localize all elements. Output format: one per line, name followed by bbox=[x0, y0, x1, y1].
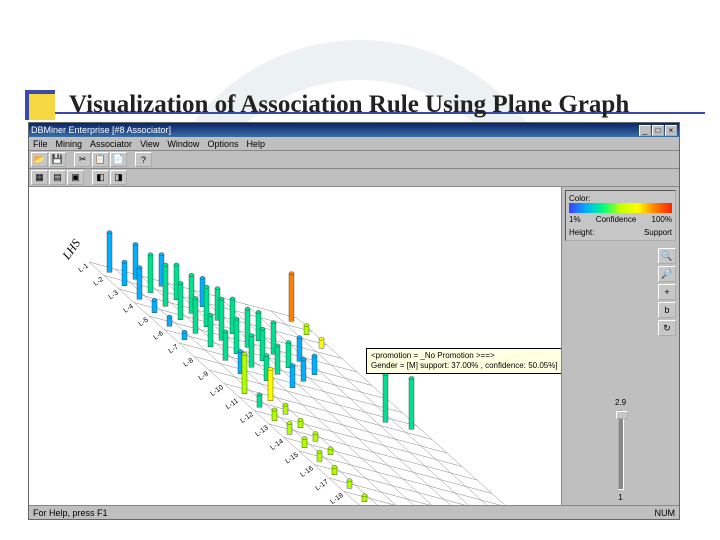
height-label: Height: bbox=[569, 228, 594, 237]
chart-zone[interactable]: L-1L-2L-3L-4L-5L-6L-7L-8L-9L-10L-11L-12L… bbox=[29, 187, 561, 505]
legend-heading: Color: bbox=[569, 194, 672, 203]
menu-view[interactable]: View bbox=[140, 139, 159, 149]
menu-window[interactable]: Window bbox=[167, 139, 199, 149]
plus-icon[interactable]: + bbox=[658, 284, 676, 300]
menu-file[interactable]: File bbox=[33, 139, 48, 149]
minimize-button[interactable]: _ bbox=[639, 125, 651, 136]
grid-icon[interactable]: ▣ bbox=[67, 170, 84, 185]
svg-text:L-12: L-12 bbox=[239, 411, 255, 425]
menu-associator[interactable]: Associator bbox=[90, 139, 132, 149]
rotate-icon[interactable]: ↻ bbox=[658, 320, 676, 336]
save-icon[interactable]: 💾 bbox=[49, 152, 66, 167]
height-metric: Support bbox=[644, 228, 672, 237]
tooltip-line2: Gender = [M] support: 37.00% , confidenc… bbox=[371, 361, 558, 371]
side-panel: Color: 1% Confidence 100% Height: Suppor… bbox=[561, 187, 679, 505]
help-icon[interactable]: ? bbox=[135, 152, 152, 167]
titlebar[interactable]: DBMiner Enterprise [#8 Associator] _ □ × bbox=[29, 123, 679, 137]
rule-tooltip: <promotion = _No Promotion >==> Gender =… bbox=[366, 348, 561, 374]
separator bbox=[85, 170, 91, 185]
viewmode-b-icon[interactable]: ▤ bbox=[49, 170, 66, 185]
window-title: DBMiner Enterprise [#8 Associator] bbox=[31, 125, 638, 135]
status-right: NUM bbox=[655, 508, 676, 518]
menu-help[interactable]: Help bbox=[246, 139, 265, 149]
tooltip-line1: <promotion = _No Promotion >==> bbox=[371, 351, 558, 361]
status-help: For Help, press F1 bbox=[33, 508, 108, 518]
slider-top-value: 2.9 bbox=[565, 398, 676, 407]
menu-options[interactable]: Options bbox=[207, 139, 238, 149]
close-button[interactable]: × bbox=[665, 125, 677, 136]
svg-text:L-17: L-17 bbox=[314, 478, 330, 492]
toolbar-view: ▦ ▤ ▣ ◧ ◨ bbox=[29, 169, 679, 187]
svg-text:L-8: L-8 bbox=[183, 357, 195, 369]
svg-text:L-16: L-16 bbox=[299, 465, 315, 479]
slider-thumb[interactable] bbox=[616, 411, 628, 419]
slide-title: Visualization of Association Rule Using … bbox=[69, 91, 629, 119]
svg-text:L-9: L-9 bbox=[198, 370, 210, 382]
svg-text:L-1: L-1 bbox=[78, 262, 90, 274]
view-tools: 🔍 🔎 + b ↻ bbox=[565, 248, 676, 336]
copy-icon[interactable]: 📋 bbox=[92, 152, 109, 167]
svg-text:L-10: L-10 bbox=[209, 384, 225, 398]
zoom-out-icon[interactable]: 🔎 bbox=[658, 266, 676, 282]
b-icon[interactable]: b bbox=[658, 302, 676, 318]
statusbar: For Help, press F1 NUM bbox=[29, 505, 679, 519]
menu-mining[interactable]: Mining bbox=[56, 139, 83, 149]
menubar: File Mining Associator View Window Optio… bbox=[29, 137, 679, 151]
title-square-icon bbox=[25, 90, 55, 120]
paste-icon[interactable]: 📄 bbox=[110, 152, 127, 167]
svg-text:L-15: L-15 bbox=[284, 451, 300, 465]
plane-graph[interactable]: L-1L-2L-3L-4L-5L-6L-7L-8L-9L-10L-11L-12L… bbox=[29, 187, 561, 505]
color-legend: Color: 1% Confidence 100% Height: Suppor… bbox=[565, 190, 676, 241]
slider-track[interactable] bbox=[618, 410, 624, 490]
viewmode-a-icon[interactable]: ▦ bbox=[31, 170, 48, 185]
svg-text:L-18: L-18 bbox=[329, 492, 345, 505]
slider-bottom-value: 1 bbox=[565, 493, 676, 502]
legend-label: Confidence bbox=[596, 215, 636, 224]
select2-icon[interactable]: ◨ bbox=[110, 170, 127, 185]
svg-text:L-14: L-14 bbox=[269, 438, 285, 452]
svg-text:L-11: L-11 bbox=[225, 397, 240, 411]
open-icon[interactable]: 📂 bbox=[31, 152, 48, 167]
threshold-slider[interactable]: 2.9 1 bbox=[565, 398, 676, 502]
legend-high: 100% bbox=[652, 215, 672, 224]
svg-text:L-13: L-13 bbox=[254, 424, 270, 438]
main-area: L-1L-2L-3L-4L-5L-6L-7L-8L-9L-10L-11L-12L… bbox=[29, 187, 679, 505]
select1-icon[interactable]: ◧ bbox=[92, 170, 109, 185]
cut-icon[interactable]: ✂ bbox=[74, 152, 91, 167]
legend-low: 1% bbox=[569, 215, 581, 224]
svg-text:L-2: L-2 bbox=[93, 276, 105, 288]
app-window: DBMiner Enterprise [#8 Associator] _ □ ×… bbox=[28, 122, 680, 520]
confidence-gradient bbox=[569, 203, 672, 213]
svg-text:L-6: L-6 bbox=[153, 330, 165, 342]
separator bbox=[128, 152, 134, 167]
zoom-in-icon[interactable]: 🔍 bbox=[658, 248, 676, 264]
separator bbox=[67, 152, 73, 167]
svg-text:L-4: L-4 bbox=[123, 303, 135, 315]
svg-text:L-5: L-5 bbox=[138, 316, 150, 328]
slide-header: Visualization of Association Rule Using … bbox=[25, 90, 629, 120]
svg-text:L-3: L-3 bbox=[108, 289, 120, 301]
toolbar-main: 📂 💾 ✂ 📋 📄 ? bbox=[29, 151, 679, 169]
svg-text:L-7: L-7 bbox=[168, 343, 180, 355]
maximize-button[interactable]: □ bbox=[652, 125, 664, 136]
